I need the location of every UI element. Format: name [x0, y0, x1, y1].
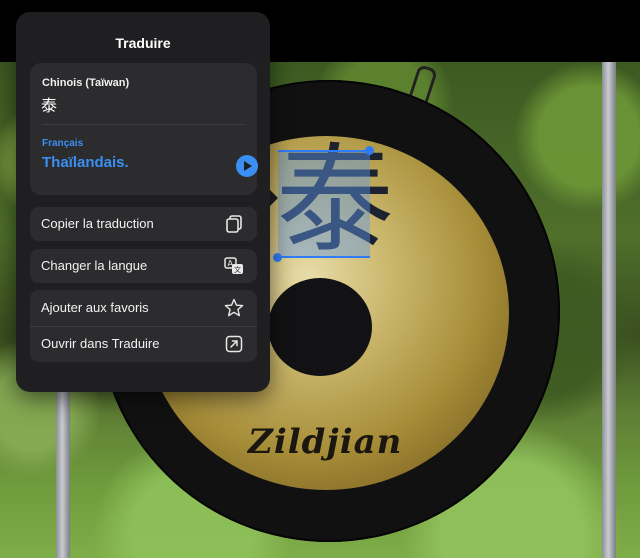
card-divider [42, 124, 245, 125]
svg-text:文: 文 [234, 265, 241, 274]
play-pronunciation-icon[interactable] [236, 155, 258, 177]
popover-title: Traduire [115, 35, 171, 51]
text-selection-highlight[interactable] [273, 146, 374, 262]
copy-translation-label: Copier la traduction [41, 216, 154, 231]
translate-language-icon: A 文 [224, 257, 243, 274]
selection-handle-start[interactable] [273, 253, 282, 262]
add-to-favorites-button[interactable]: Ajouter aux favoris [30, 290, 257, 326]
target-language-label: Français [42, 138, 84, 149]
open-external-icon [225, 335, 243, 353]
add-to-favorites-label: Ajouter aux favoris [41, 300, 149, 315]
gong-center [268, 278, 372, 376]
copy-translation-button[interactable]: Copier la traduction [30, 207, 257, 241]
change-language-button[interactable]: Changer la langue A 文 [30, 249, 257, 283]
translated-text: Thaïlandais. [42, 154, 129, 171]
stand-post-right [602, 62, 616, 558]
star-icon [224, 298, 244, 317]
selection-handle-end[interactable] [365, 146, 374, 155]
source-text: 泰 [41, 96, 58, 115]
secondary-actions-group: Ajouter aux favoris Ouvrir dans Traduire [30, 290, 257, 362]
open-in-translate-button[interactable]: Ouvrir dans Traduire [30, 326, 257, 362]
change-language-label: Changer la langue [41, 258, 148, 273]
open-in-translate-label: Ouvrir dans Traduire [41, 336, 160, 351]
gong-brand-logo: Zildjian [248, 422, 403, 462]
copy-icon [226, 215, 242, 233]
translation-card: Chinois (Taïwan) 泰 Français Thaïlandais. [30, 63, 258, 195]
translate-popover: Traduire Chinois (Taïwan) 泰 Français Tha… [16, 12, 270, 392]
source-language-label: Chinois (Taïwan) [42, 77, 130, 89]
